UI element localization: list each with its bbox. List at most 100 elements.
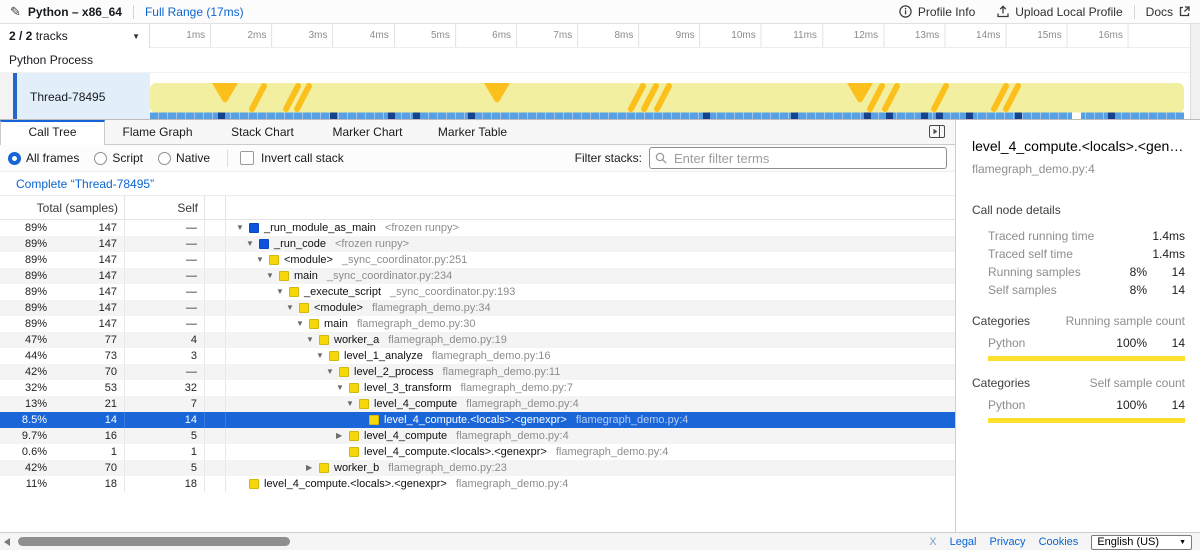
row-total-pct: 13% <box>0 396 50 412</box>
twisty-icon[interactable]: ▼ <box>336 380 346 396</box>
tab-stack-chart[interactable]: Stack Chart <box>210 120 315 144</box>
call-tree-row[interactable]: 89% 147 — ▼ <module> _sync_coordinator.p… <box>0 252 955 268</box>
tab-flame-graph[interactable]: Flame Graph <box>105 120 210 144</box>
twisty-icon[interactable]: ▶ <box>336 428 346 444</box>
tracks-scrollbar[interactable] <box>1190 24 1200 120</box>
twisty-icon[interactable]: ▼ <box>276 284 286 300</box>
call-tree-row[interactable]: 47% 77 4 ▼ worker_a flamegraph_demo.py:1… <box>0 332 955 348</box>
tab-marker-chart[interactable]: Marker Chart <box>315 120 420 144</box>
row-total-pct: 89% <box>0 268 50 284</box>
profile-title[interactable]: Python – x86_64 <box>28 5 122 19</box>
categories-header: Categories Self sample count <box>972 376 1185 390</box>
row-tree-cell: ▼ level_4_compute flamegraph_demo.py:4 <box>226 396 955 412</box>
frame-category-icon <box>249 223 259 233</box>
ruler-tick: 6ms <box>492 24 517 47</box>
row-self-samples: — <box>125 252 205 268</box>
call-tree-row[interactable]: 42% 70 — ▼ level_2_process flamegraph_de… <box>0 364 955 380</box>
row-function-name: <module> <box>314 300 363 316</box>
row-spacer <box>205 396 226 412</box>
call-tree-row[interactable]: 89% 147 — ▼ _execute_script _sync_coordi… <box>0 284 955 300</box>
twisty-icon[interactable]: ▶ <box>306 460 316 476</box>
activity-graph-svg <box>150 73 1190 120</box>
column-header-self[interactable]: Self <box>125 196 205 219</box>
twisty-icon[interactable]: ▼ <box>266 268 276 284</box>
call-tree-row[interactable]: 89% 147 — ▼ main _sync_coordinator.py:23… <box>0 268 955 284</box>
frame-category-icon <box>319 335 329 345</box>
row-self-samples: 7 <box>125 396 205 412</box>
legal-link[interactable]: Legal <box>950 536 977 548</box>
privacy-link[interactable]: Privacy <box>990 536 1026 548</box>
row-function-name: <module> <box>284 252 333 268</box>
row-tree-cell: ▶ level_4_compute flamegraph_demo.py:4 <box>226 428 955 444</box>
row-total-pct: 89% <box>0 316 50 332</box>
timeline-ruler: 2 / 2 tracks ▼ 1ms2ms3ms4ms5ms6ms7ms8ms9… <box>0 24 1190 48</box>
call-tree-row[interactable]: 9.7% 16 5 ▶ level_4_compute flamegraph_d… <box>0 428 955 444</box>
thread-track[interactable]: Thread-78495 <box>0 73 1190 120</box>
cookies-link[interactable]: Cookies <box>1039 536 1079 548</box>
sidebar-toggle-button[interactable] <box>929 125 945 143</box>
row-file-location: flamegraph_demo.py:30 <box>357 316 476 332</box>
call-tree-row[interactable]: 11% 18 18 level_4_compute.<locals>.<gene… <box>0 476 955 492</box>
twisty-icon[interactable]: ▼ <box>296 316 306 332</box>
profile-info-button[interactable]: Profile Info <box>899 5 975 19</box>
invert-call-stack-checkbox[interactable]: Invert call stack <box>240 151 344 165</box>
breadcrumb-root-link[interactable]: Complete “Thread-78495” <box>16 177 154 191</box>
horizontal-scrollbar-thumb[interactable] <box>18 537 290 546</box>
row-tree-cell: ▼ _run_code <frozen runpy> <box>226 236 955 252</box>
call-tree-row[interactable]: 89% 147 — ▼ <module> flamegraph_demo.py:… <box>0 300 955 316</box>
twisty-icon[interactable]: ▼ <box>316 348 326 364</box>
call-tree-row[interactable]: 44% 73 3 ▼ level_1_analyze flamegraph_de… <box>0 348 955 364</box>
row-total-pct: 89% <box>0 252 50 268</box>
call-tree-row[interactable]: 0.6% 1 1 level_4_compute.<locals>.<genex… <box>0 444 955 460</box>
row-tree-cell: ▼ worker_a flamegraph_demo.py:19 <box>226 332 955 348</box>
thread-track-label[interactable]: Thread-78495 <box>17 73 150 120</box>
upload-profile-button[interactable]: Upload Local Profile <box>997 5 1122 19</box>
main-panel: Call TreeFlame GraphStack ChartMarker Ch… <box>0 120 955 532</box>
footer-dismiss-button[interactable]: X <box>929 536 936 548</box>
tracks-dropdown-button[interactable]: 2 / 2 tracks ▼ <box>0 24 150 48</box>
call-tree-row[interactable]: 8.5% 14 14 level_4_compute.<locals>.<gen… <box>0 412 955 428</box>
ruler-tick: 8ms <box>615 24 640 47</box>
pencil-icon[interactable]: ✎ <box>10 4 21 20</box>
twisty-icon[interactable]: ▼ <box>256 252 266 268</box>
twisty-icon[interactable]: ▼ <box>346 396 356 412</box>
row-total-samples: 73 <box>50 348 125 364</box>
language-select[interactable]: English (US) ▼ <box>1091 535 1192 550</box>
row-total-pct: 8.5% <box>0 412 50 428</box>
row-tree-cell: ▼ main flamegraph_demo.py:30 <box>226 316 955 332</box>
call-tree-row[interactable]: 32% 53 32 ▼ level_3_transform flamegraph… <box>0 380 955 396</box>
row-total-samples: 147 <box>50 268 125 284</box>
row-self-samples: 4 <box>125 332 205 348</box>
radio-native[interactable]: Native <box>158 151 210 165</box>
ruler-tick: 16ms <box>1098 24 1128 47</box>
row-file-location: _sync_coordinator.py:251 <box>342 252 467 268</box>
thread-activity-graph[interactable] <box>150 73 1190 120</box>
process-track-header[interactable]: Python Process <box>0 48 1190 73</box>
call-tree-row[interactable]: 89% 147 — ▼ main flamegraph_demo.py:30 <box>0 316 955 332</box>
twisty-icon[interactable]: ▼ <box>286 300 296 316</box>
track-indent <box>0 73 13 120</box>
twisty-icon[interactable]: ▼ <box>246 236 256 252</box>
row-file-location: <frozen runpy> <box>335 236 409 252</box>
chevron-down-icon: ▼ <box>1179 539 1186 546</box>
full-range-link[interactable]: Full Range (17ms) <box>145 5 244 19</box>
twisty-icon[interactable]: ▼ <box>236 220 246 236</box>
row-spacer <box>205 252 226 268</box>
ruler-tick: 10ms <box>731 24 761 47</box>
radio-script[interactable]: Script <box>94 151 143 165</box>
call-tree-row[interactable]: 89% 147 — ▼ _run_module_as_main <frozen … <box>0 220 955 236</box>
twisty-icon[interactable]: ▼ <box>326 364 336 380</box>
tab-marker-table[interactable]: Marker Table <box>420 120 525 144</box>
radio-all-frames[interactable]: All frames <box>8 151 79 165</box>
tab-call-tree[interactable]: Call Tree <box>0 120 105 145</box>
call-tree-row[interactable]: 89% 147 — ▼ _run_code <frozen runpy> <box>0 236 955 252</box>
row-spacer <box>205 412 226 428</box>
column-header-total[interactable]: Total (samples) <box>0 196 125 219</box>
docs-button[interactable]: Docs <box>1146 5 1190 19</box>
call-tree-row[interactable]: 13% 21 7 ▼ level_4_compute flamegraph_de… <box>0 396 955 412</box>
scroll-left-arrow-icon[interactable] <box>4 538 10 546</box>
filter-stacks-input[interactable] <box>649 147 947 169</box>
row-tree-cell: ▼ _run_module_as_main <frozen runpy> <box>226 220 955 236</box>
call-tree-row[interactable]: 42% 70 5 ▶ worker_b flamegraph_demo.py:2… <box>0 460 955 476</box>
twisty-icon[interactable]: ▼ <box>306 332 316 348</box>
